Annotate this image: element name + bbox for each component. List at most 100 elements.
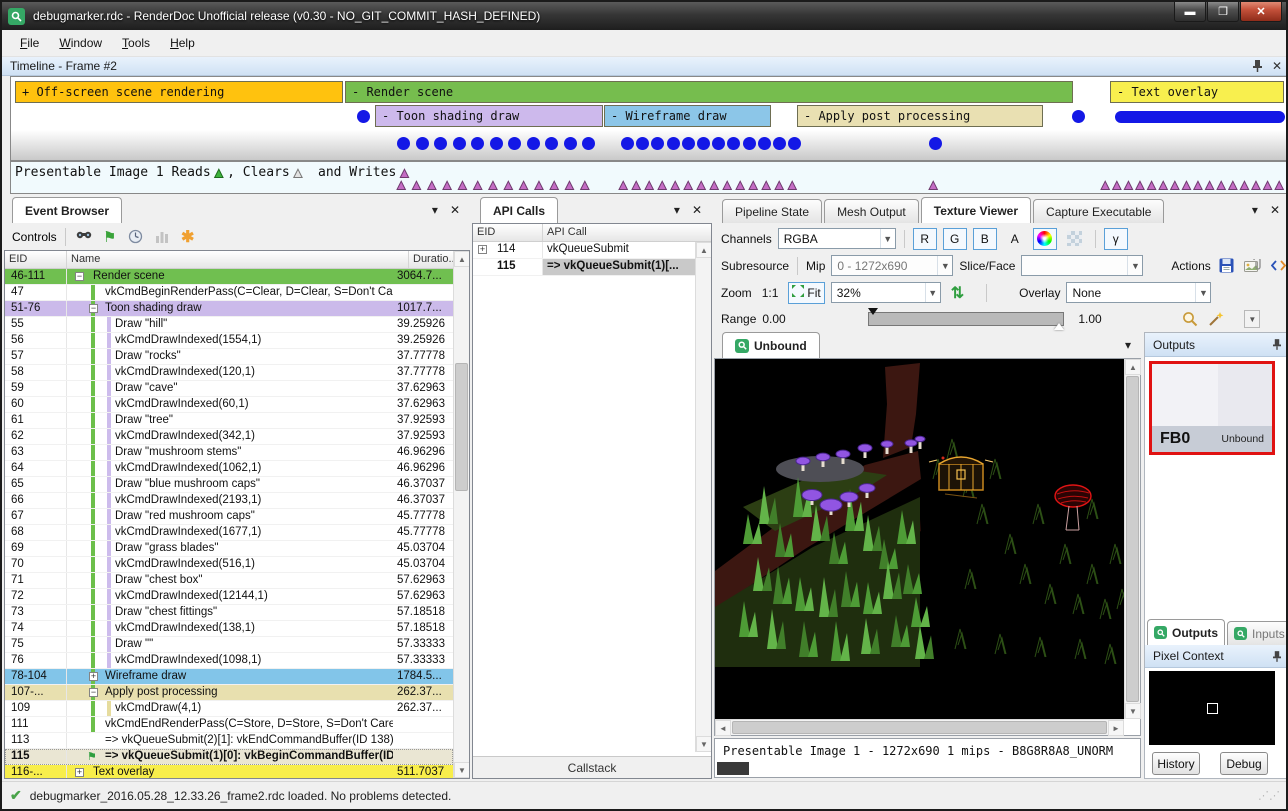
event-row-75[interactable]: 75Draw ""57.33333: [5, 637, 453, 653]
minimize-button[interactable]: ▬: [1174, 2, 1206, 22]
find-event-icon[interactable]: [74, 228, 94, 246]
timeline-bar-post[interactable]: - Apply post processing: [797, 105, 1043, 127]
event-row-74[interactable]: 74vkCmdDrawIndexed(138,1)57.18518: [5, 621, 453, 637]
alpha-checkerboard-button[interactable]: [1063, 228, 1087, 250]
close-panel-icon[interactable]: ✕: [450, 203, 460, 217]
event-row-67[interactable]: 67Draw "red mushroom caps"45.77778: [5, 509, 453, 525]
timeline-bar-wireframe[interactable]: - Wireframe draw: [604, 105, 771, 127]
event-row-47[interactable]: 47vkCmdBeginRenderPass(C=Clear, D=Clear,…: [5, 285, 453, 301]
event-row-58[interactable]: 58vkCmdDrawIndexed(120,1)37.77778: [5, 365, 453, 381]
fit-button[interactable]: Fit: [788, 282, 824, 304]
blue-channel-button[interactable]: B: [973, 228, 997, 250]
event-row-57[interactable]: 57Draw "rocks"37.77778: [5, 349, 453, 365]
event-row-62[interactable]: 62vkCmdDrawIndexed(342,1)37.92593: [5, 429, 453, 445]
timeline-bar-offscreen[interactable]: + Off-screen scene rendering: [15, 81, 343, 103]
goto-resource-icon[interactable]: [1269, 257, 1288, 275]
event-row-115[interactable]: 115⚑=> vkQueueSubmit(1)[0]: vkBeginComma…: [5, 749, 453, 765]
event-row-70[interactable]: 70vkCmdDrawIndexed(516,1)45.03704: [5, 557, 453, 573]
tab-texture-viewer[interactable]: Texture Viewer: [921, 197, 1031, 223]
timeline-bar-toon[interactable]: - Toon shading draw: [375, 105, 603, 127]
slice-face-combo[interactable]: ▼: [1021, 255, 1143, 276]
tab-outputs[interactable]: Outputs: [1147, 619, 1225, 645]
event-row-76[interactable]: 76vkCmdDrawIndexed(1098,1)57.33333: [5, 653, 453, 669]
zoom-1-1-button[interactable]: 1:1: [758, 282, 783, 304]
timeline-bar-render-scene[interactable]: - Render scene: [345, 81, 1073, 103]
close-panel-icon[interactable]: ✕: [1272, 59, 1282, 73]
channels-combo[interactable]: RGBA▼: [778, 228, 896, 249]
zoom-range-icon[interactable]: [1180, 310, 1200, 328]
pin-icon[interactable]: [1273, 651, 1281, 662]
api-calls-scrollbar[interactable]: ▲ ▼: [695, 242, 711, 752]
tab-unbound-texture[interactable]: Unbound: [722, 332, 820, 358]
event-row-46-111[interactable]: 46-111−Render scene3064.7...: [5, 269, 453, 285]
menu-help[interactable]: Help: [160, 32, 205, 54]
expand-icon[interactable]: +: [478, 245, 487, 254]
event-row-66[interactable]: 66vkCmdDrawIndexed(2193,1)46.37037: [5, 493, 453, 509]
event-row-68[interactable]: 68vkCmdDrawIndexed(1677,1)45.77778: [5, 525, 453, 541]
pin-icon[interactable]: [1253, 60, 1262, 72]
tab-pipeline-state[interactable]: Pipeline State: [722, 199, 822, 223]
event-row-51-76[interactable]: 51-76−Toon shading draw1017.7...: [5, 301, 453, 317]
menu-tools[interactable]: Tools: [112, 32, 160, 54]
range-min-value[interactable]: 0.00: [762, 312, 862, 326]
save-texture-icon[interactable]: [1217, 257, 1237, 275]
flip-y-icon[interactable]: ⇅: [951, 283, 964, 303]
event-row-113[interactable]: 113=> vkQueueSubmit(2)[1]: vkEndCommandB…: [5, 733, 453, 749]
event-browser-scrollbar[interactable]: ▲ ▼: [453, 251, 469, 778]
callstack-section[interactable]: Callstack: [473, 756, 711, 778]
tab-capture-executable[interactable]: Capture Executable: [1033, 199, 1164, 223]
close-button[interactable]: ✕: [1240, 2, 1282, 22]
event-row-107-...[interactable]: 107-...−Apply post processing262.37...: [5, 685, 453, 701]
zoom-level-combo[interactable]: 32%▼: [831, 282, 941, 303]
range-options-button[interactable]: ▼: [1244, 310, 1260, 328]
event-row-59[interactable]: 59Draw "cave"37.62963: [5, 381, 453, 397]
range-black-point-handle[interactable]: [868, 308, 878, 315]
menu-window[interactable]: Window: [49, 32, 112, 54]
pixel-context-view[interactable]: [1149, 671, 1275, 745]
event-row-60[interactable]: 60vkCmdDrawIndexed(60,1)37.62963: [5, 397, 453, 413]
event-row-64[interactable]: 64vkCmdDrawIndexed(1062,1)46.96296: [5, 461, 453, 477]
overlay-combo[interactable]: None▼: [1066, 282, 1211, 303]
collapse-icon[interactable]: −: [89, 688, 98, 697]
panel-menu-icon[interactable]: ▾: [432, 203, 438, 217]
green-channel-button[interactable]: G: [943, 228, 967, 250]
event-row-78-104[interactable]: 78-104+Wireframe draw1784.5...: [5, 669, 453, 685]
tab-api-calls[interactable]: API Calls: [480, 197, 558, 223]
close-panel-icon[interactable]: ✕: [1270, 203, 1280, 217]
event-row-69[interactable]: 69Draw "grass blades"45.03704: [5, 541, 453, 557]
event-row-116-...[interactable]: 116-...+Text overlay511.7037: [5, 765, 453, 778]
goto-event-flag-icon[interactable]: ⚑: [100, 228, 120, 246]
custom-display-button[interactable]: [1033, 228, 1057, 250]
bookmark-asterisk-icon[interactable]: ✱: [178, 228, 198, 246]
collapse-icon[interactable]: −: [89, 304, 98, 313]
time-durations-icon[interactable]: [126, 228, 146, 246]
range-white-point-handle[interactable]: [1054, 323, 1064, 330]
event-row-56[interactable]: 56vkCmdDrawIndexed(1554,1)39.25926: [5, 333, 453, 349]
range-max-value[interactable]: 1.00: [1070, 312, 1166, 326]
gamma-button[interactable]: γ: [1104, 228, 1128, 250]
tab-mesh-output[interactable]: Mesh Output: [824, 199, 919, 223]
menu-file[interactable]: File: [10, 32, 49, 54]
panel-menu-icon[interactable]: ▾: [1252, 203, 1258, 217]
event-row-109[interactable]: 109vkCmdDraw(4,1)262.37...: [5, 701, 453, 717]
pin-icon[interactable]: [1273, 339, 1281, 350]
debug-button[interactable]: Debug: [1220, 752, 1268, 775]
texture-list-menu-icon[interactable]: ▾: [1125, 338, 1131, 352]
red-channel-button[interactable]: R: [913, 228, 937, 250]
event-row-55[interactable]: 55Draw "hill"39.25926: [5, 317, 453, 333]
autofit-wand-icon[interactable]: [1206, 310, 1226, 328]
texture-render-scene[interactable]: [715, 359, 1124, 719]
history-button[interactable]: History: [1152, 752, 1200, 775]
panel-menu-icon[interactable]: ▾: [674, 203, 680, 217]
event-row-71[interactable]: 71Draw "chest box"57.62963: [5, 573, 453, 589]
timeline-bar-text-overlay[interactable]: - Text overlay: [1110, 81, 1284, 103]
texture-hscrollbar[interactable]: ◄ ►: [715, 719, 1124, 735]
close-panel-icon[interactable]: ✕: [692, 203, 702, 217]
api-call-row-114[interactable]: +114vkQueueSubmit: [473, 242, 695, 259]
open-texture-list-icon[interactable]: [1243, 257, 1263, 275]
fb0-thumbnail[interactable]: FB0 Unbound: [1149, 361, 1275, 455]
collapse-icon[interactable]: −: [75, 272, 84, 281]
event-row-111[interactable]: 111vkCmdEndRenderPass(C=Store, D=Store, …: [5, 717, 453, 733]
range-slider[interactable]: [868, 312, 1064, 326]
event-row-72[interactable]: 72vkCmdDrawIndexed(12144,1)57.62963: [5, 589, 453, 605]
